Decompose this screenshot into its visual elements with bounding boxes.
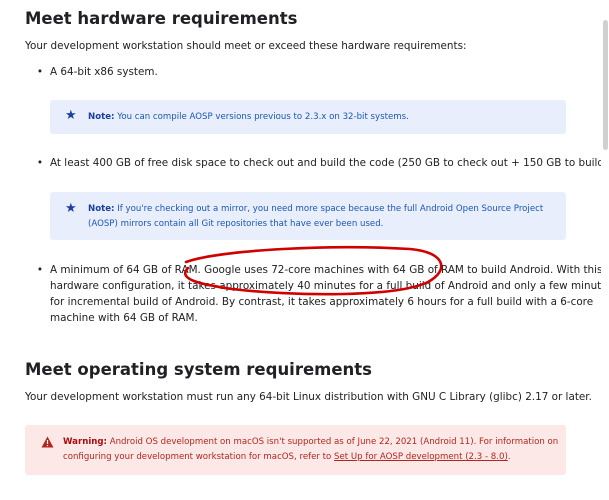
warning-text-line-2: configuring your development workstation… <box>63 452 335 462</box>
os-heading: Meet operating system requirements <box>25 360 373 379</box>
scrollbar-thumb[interactable] <box>603 20 608 150</box>
warning-period: . <box>507 452 511 462</box>
note-box-mirror: ★ Note: If you're checking out a mirror,… <box>50 192 566 240</box>
requirement-cpu: A 64-bit x86 system. <box>50 66 158 78</box>
bullet: • <box>36 66 44 78</box>
warning-text-line-1: Android OS development on macOS isn't su… <box>109 437 559 447</box>
note-label: Note: <box>88 204 115 214</box>
setup-aosp-link[interactable]: Set Up for AOSP development (2.3 - 8.0) <box>334 452 508 462</box>
note-label: Note: <box>88 112 115 122</box>
bullet: • <box>36 264 44 276</box>
bullet: • <box>36 157 44 169</box>
warning-box-macos: Warning: Android OS development on macOS… <box>25 425 566 475</box>
scrollbar[interactable] <box>601 0 609 500</box>
note-text-line-2: (AOSP) mirrors contain all Git repositor… <box>88 219 384 229</box>
warning-label: Warning: <box>63 437 107 447</box>
requirement-disk: At least 400 GB of free disk space to ch… <box>50 157 609 169</box>
os-intro: Your development workstation must run an… <box>25 391 592 403</box>
star-icon: ★ <box>65 108 77 123</box>
requirement-ram-line-1: A minimum of 64 GB of RAM. Google uses 7… <box>50 264 603 276</box>
requirement-ram-line-3: for incremental build of Android. By con… <box>50 296 594 308</box>
requirement-ram-line-2: hardware configuration, it takes approxi… <box>50 280 609 292</box>
note-box-32bit: ★ Note: You can compile AOSP versions pr… <box>50 100 566 134</box>
star-icon: ★ <box>65 201 77 216</box>
note-text: You can compile AOSP versions previous t… <box>117 112 409 122</box>
warning-triangle-icon <box>41 436 54 448</box>
hardware-heading: Meet hardware requirements <box>25 9 298 28</box>
requirement-ram-line-4: machine with 64 GB of RAM. <box>50 312 198 324</box>
hardware-intro: Your development workstation should meet… <box>25 40 467 52</box>
note-text-line-1: If you're checking out a mirror, you nee… <box>117 204 544 214</box>
